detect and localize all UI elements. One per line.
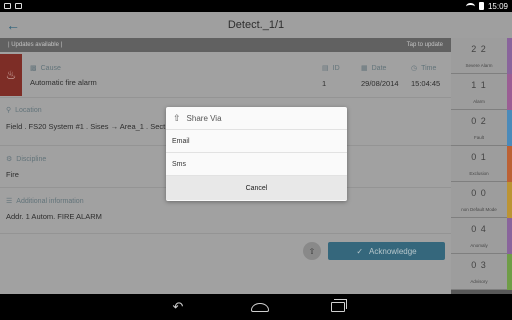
gallery-icon <box>4 3 11 9</box>
share-option-sms[interactable]: Sms <box>166 153 347 176</box>
wifi-icon <box>465 2 475 10</box>
nav-recent-apps-icon[interactable] <box>331 299 347 312</box>
dialog-title: Share Via <box>186 113 222 123</box>
status-bar: 15:09 <box>0 0 512 12</box>
dialog-header: ⇧ Share Via <box>166 107 347 130</box>
download-icon <box>15 3 22 9</box>
system-nav-bar: ↶ <box>0 294 512 320</box>
status-left-icons <box>4 3 22 9</box>
share-icon: ⇧ <box>173 112 181 123</box>
share-option-email[interactable]: Email <box>166 130 347 153</box>
share-dialog: ⇧ Share Via Email Sms Cancel <box>166 107 347 201</box>
screen: 15:09 ← Detect._1/1 | Updates available … <box>0 0 512 320</box>
dialog-cancel-button[interactable]: Cancel <box>166 176 347 200</box>
battery-icon <box>478 2 484 10</box>
status-right: 15:09 <box>465 1 508 11</box>
status-time: 15:09 <box>487 1 508 11</box>
nav-back-icon[interactable]: ↶ <box>167 299 189 315</box>
nav-home-icon[interactable] <box>251 302 269 312</box>
